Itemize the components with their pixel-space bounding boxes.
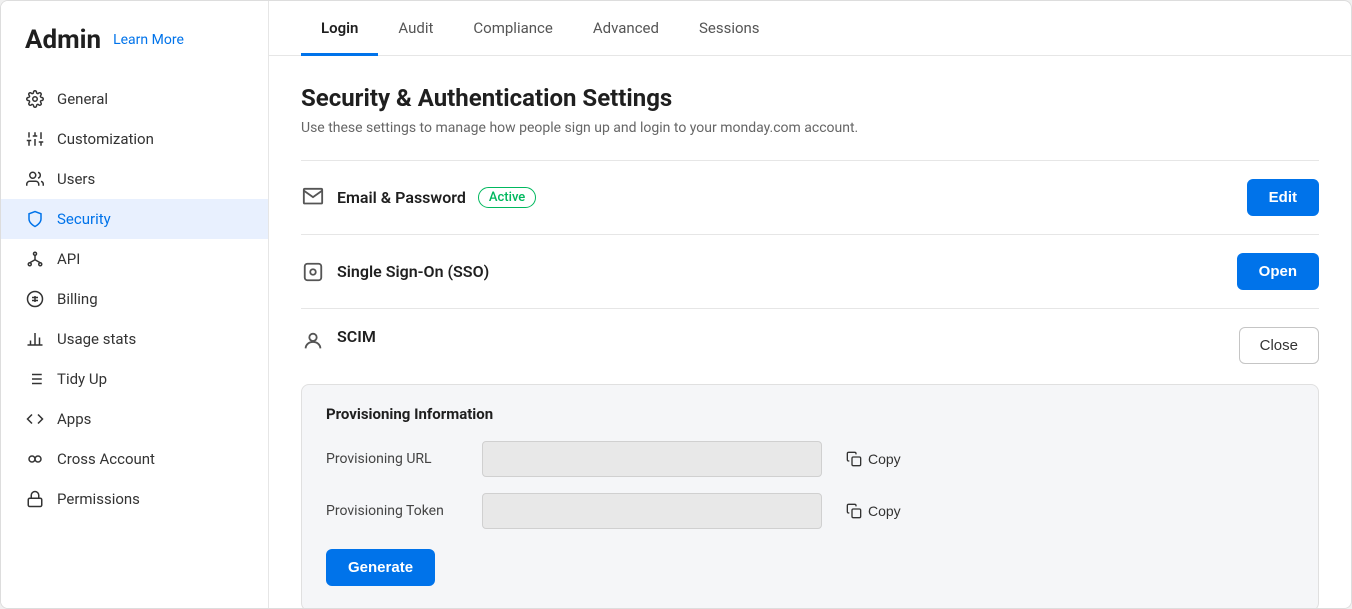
provisioning-url-input[interactable] — [482, 441, 822, 477]
learn-more-link[interactable]: Learn More — [113, 32, 184, 48]
tidy-icon — [25, 369, 45, 389]
provisioning-token-row: Provisioning Token Copy — [326, 493, 1294, 529]
email-password-title: Email & Password Active — [337, 187, 1247, 208]
tab-compliance[interactable]: Compliance — [453, 1, 572, 56]
sidebar-item-label-apps: Apps — [57, 410, 91, 428]
active-badge: Active — [478, 187, 536, 208]
sidebar-item-permissions[interactable]: Permissions — [1, 479, 268, 519]
sidebar-item-security[interactable]: Security — [1, 199, 268, 239]
shield-icon — [25, 209, 45, 229]
sidebar-item-tidy-up[interactable]: Tidy Up — [1, 359, 268, 399]
provisioning-token-input[interactable] — [482, 493, 822, 529]
sidebar-item-users[interactable]: Users — [1, 159, 268, 199]
email-password-icon — [301, 186, 325, 210]
sidebar-item-customization[interactable]: Customization — [1, 119, 268, 159]
sidebar-header: Admin Learn More — [1, 25, 268, 79]
main-content: Login Audit Compliance Advanced Sessions… — [269, 1, 1351, 608]
tab-sessions[interactable]: Sessions — [679, 1, 780, 56]
page-subtitle: Use these settings to manage how people … — [301, 120, 1319, 136]
sidebar-item-cross-account[interactable]: Cross Account — [1, 439, 268, 479]
sidebar-item-label-permissions: Permissions — [57, 490, 140, 508]
dollar-icon — [25, 289, 45, 309]
tab-audit[interactable]: Audit — [378, 1, 453, 56]
scim-panel: Provisioning Information Provisioning UR… — [301, 384, 1319, 608]
tab-advanced[interactable]: Advanced — [573, 1, 679, 56]
copy-icon — [846, 451, 862, 467]
content-area: Security & Authentication Settings Use t… — [269, 56, 1351, 608]
sliders-icon — [25, 129, 45, 149]
tab-login[interactable]: Login — [301, 1, 378, 56]
bar-chart-icon — [25, 329, 45, 349]
provisioning-token-label: Provisioning Token — [326, 503, 466, 519]
cross-account-icon — [25, 449, 45, 469]
scim-icon — [301, 329, 325, 353]
provisioning-url-row: Provisioning URL Copy — [326, 441, 1294, 477]
gear-icon — [25, 89, 45, 109]
generate-button[interactable]: Generate — [326, 549, 435, 586]
copy-token-button[interactable]: Copy — [838, 499, 909, 523]
sidebar-item-apps[interactable]: Apps — [1, 399, 268, 439]
sso-icon — [301, 260, 325, 284]
provisioning-info-title: Provisioning Information — [326, 405, 1294, 423]
sidebar-item-label-api: API — [57, 250, 80, 268]
sidebar-item-label-users: Users — [57, 170, 95, 188]
open-button[interactable]: Open — [1237, 253, 1319, 290]
sidebar-item-label-security: Security — [57, 210, 111, 228]
sidebar-item-api[interactable]: API — [1, 239, 268, 279]
provisioning-url-label: Provisioning URL — [326, 451, 466, 467]
scim-title: SCIM — [337, 327, 1239, 346]
sidebar-item-label-customization: Customization — [57, 130, 154, 148]
sidebar-item-label-billing: Billing — [57, 290, 98, 308]
copy-url-button[interactable]: Copy — [838, 447, 909, 471]
edit-button[interactable]: Edit — [1247, 179, 1319, 216]
sidebar: Admin Learn More General — [1, 1, 269, 608]
code-icon — [25, 409, 45, 429]
sidebar-item-label-tidy-up: Tidy Up — [57, 370, 107, 388]
sidebar-item-billing[interactable]: Billing — [1, 279, 268, 319]
sidebar-item-label-cross-account: Cross Account — [57, 450, 155, 468]
api-icon — [25, 249, 45, 269]
sso-title: Single Sign-On (SSO) — [337, 262, 1237, 281]
tabs-bar: Login Audit Compliance Advanced Sessions — [269, 1, 1351, 56]
admin-title: Admin — [25, 25, 101, 55]
lock-icon — [25, 489, 45, 509]
sidebar-item-label-general: General — [57, 90, 108, 108]
close-button[interactable]: Close — [1239, 327, 1319, 364]
users-icon — [25, 169, 45, 189]
sidebar-item-general[interactable]: General — [1, 79, 268, 119]
copy-icon-2 — [846, 503, 862, 519]
sidebar-item-label-usage-stats: Usage stats — [57, 330, 136, 348]
sidebar-item-usage-stats[interactable]: Usage stats — [1, 319, 268, 359]
sidebar-nav: General Customization Users — [1, 79, 268, 519]
section-email-password: Email & Password Active Edit — [301, 160, 1319, 234]
section-scim: SCIM Close Provisioning Information Prov… — [301, 308, 1319, 608]
section-sso: Single Sign-On (SSO) Open — [301, 234, 1319, 308]
page-title: Security & Authentication Settings — [301, 84, 1319, 112]
